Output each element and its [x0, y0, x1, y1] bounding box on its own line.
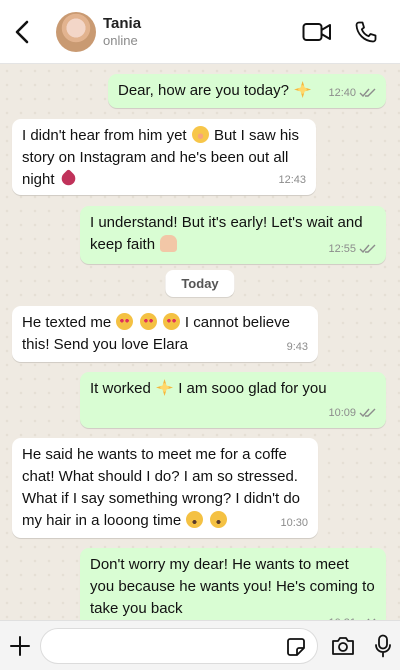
message-time: 9:43 [286, 341, 308, 353]
attach-button[interactable] [2, 621, 38, 670]
double-check-icon [359, 408, 376, 418]
contact-status: online [103, 33, 138, 48]
message-text: Don't worry my dear! He wants to meet yo… [90, 554, 376, 620]
message-meta: 9:43 [287, 336, 308, 358]
message-incoming[interactable]: He said he wants to meet me for a coffe … [12, 438, 318, 538]
message-list[interactable]: Dear, how are you today? 12:40 I didn't … [0, 64, 400, 620]
message-text: I didn't hear from him yet But I saw his… [22, 125, 306, 191]
message-outgoing[interactable]: Dear, how are you today? 12:40 [108, 74, 386, 108]
crying-face-emoji-icon [209, 511, 227, 528]
broken-heart-emoji-icon [58, 168, 78, 189]
message-text-part: It worked [90, 380, 151, 397]
crying-face-emoji-icon [186, 511, 204, 528]
heart-eyes-emoji-icon [139, 313, 157, 330]
message-incoming[interactable]: I didn't hear from him yet But I saw his… [12, 119, 316, 195]
chat-header: Tania online [0, 0, 400, 64]
sparkles-emoji-icon [156, 379, 174, 396]
double-check-icon [359, 88, 376, 98]
message-text: It worked I am sooo glad for you [90, 378, 376, 400]
heart-eyes-emoji-icon [162, 313, 180, 330]
message-text-part: Dear, how are you today? [118, 82, 289, 99]
heart-eyes-emoji-icon [116, 313, 134, 330]
message-outgoing[interactable]: It worked I am sooo glad for you 10:09 [80, 372, 386, 428]
date-separator: Today [165, 270, 235, 297]
message-text-part: I didn't hear from him yet [22, 127, 187, 144]
message-meta: 10:09 [328, 402, 376, 424]
plus-icon [10, 635, 30, 656]
contact-name: Tania [103, 15, 142, 32]
double-check-icon [359, 244, 376, 254]
message-input[interactable] [41, 637, 271, 654]
message-time: 12:55 [328, 243, 356, 255]
message-text-part: I am sooo glad for you [178, 380, 327, 397]
message-meta: 12:55 [328, 238, 376, 260]
back-button[interactable] [0, 0, 44, 64]
message-time: 10:09 [328, 407, 356, 419]
message-text: He texted me I cannot believe this! Send… [22, 312, 308, 356]
avatar[interactable] [56, 11, 96, 52]
folded-hands-emoji-icon [160, 235, 178, 252]
composer-bar [0, 620, 400, 670]
flushed-face-emoji-icon [191, 126, 209, 143]
message-time: 10:31 [328, 612, 356, 620]
message-meta: 10:31 [328, 612, 376, 620]
message-outgoing[interactable]: Don't worry my dear! He wants to meet yo… [80, 548, 386, 620]
sticker-icon[interactable] [285, 636, 307, 658]
message-meta: 10:30 [280, 512, 308, 534]
message-text-part: Don't worry my dear! He wants to meet yo… [90, 556, 375, 617]
message-incoming[interactable]: He texted me I cannot believe this! Send… [12, 306, 318, 362]
microphone-icon[interactable] [374, 634, 392, 658]
message-outgoing[interactable]: I understand! But it's early! Let's wait… [80, 206, 386, 264]
contact-info[interactable]: Tania online [103, 15, 141, 48]
message-time: 12:40 [328, 87, 356, 99]
message-time: 10:30 [280, 517, 308, 529]
message-time: 12:43 [278, 174, 306, 186]
message-meta: 12:40 [328, 82, 376, 104]
message-text-part: He said he wants to meet me for a coffe … [22, 446, 301, 529]
phone-icon[interactable] [354, 20, 378, 44]
message-meta: 12:43 [278, 169, 306, 191]
message-text-part: I understand! But it's early! Let's wait… [90, 214, 363, 253]
message-text: He said he wants to meet me for a coffe … [22, 444, 308, 532]
message-text-part: He texted me [22, 314, 112, 331]
message-input-wrapper [40, 627, 318, 664]
camera-icon[interactable] [330, 635, 356, 657]
sparkles-emoji-icon [294, 81, 312, 98]
chevron-left-icon [15, 20, 29, 43]
video-camera-icon[interactable] [302, 21, 332, 43]
